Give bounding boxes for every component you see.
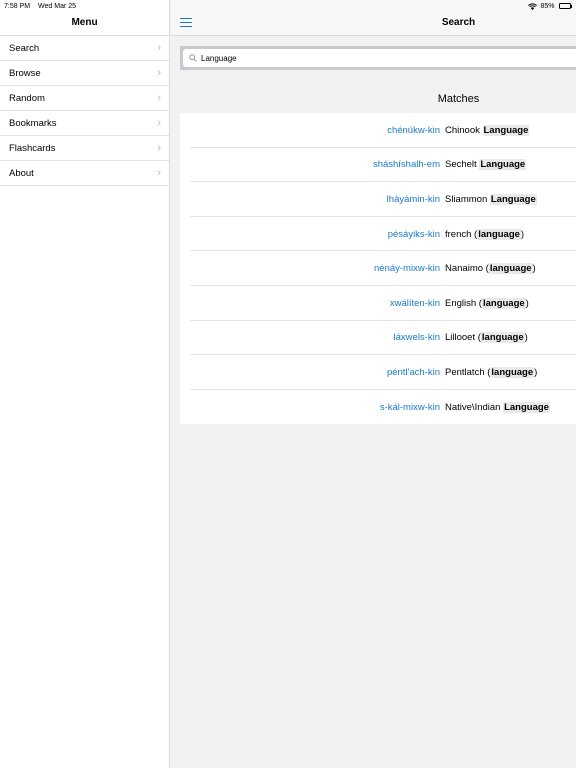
translation-text: Pentlatch ( bbox=[445, 366, 491, 378]
chevron-right-icon: › bbox=[157, 117, 161, 129]
result-row-content: nénáy-mixw-kin Nanaimo (language) bbox=[374, 263, 536, 275]
chevron-right-icon: › bbox=[157, 167, 161, 179]
battery-icon bbox=[558, 3, 572, 9]
sidebar-item-label: Search bbox=[9, 42, 40, 54]
results-list: chénúkw-kin Chinook Language sháshíshalh-e… bbox=[180, 113, 576, 425]
translation-text: Sliammon bbox=[445, 193, 490, 205]
native-word: nénáy-mixw-kin bbox=[374, 263, 440, 275]
result-row-content: s-kál-mixw-kin Native\Indian Language bbox=[379, 401, 550, 413]
sidebar: Menu Search › Browse › Random › Bookmark… bbox=[0, 0, 170, 768]
result-row[interactable]: chénúkw-kin Chinook Language bbox=[180, 113, 576, 148]
result-row-content: péntl'ach-kin Pentlatch (language) bbox=[386, 366, 538, 378]
highlighted-match: language bbox=[481, 297, 526, 309]
result-row-content: láxwels-kin Lillooet (language) bbox=[393, 332, 528, 344]
native-word: sháshíshalh-em bbox=[372, 159, 440, 171]
native-word: pésáyiks-kin bbox=[387, 228, 440, 240]
sidebar-item-label: About bbox=[9, 167, 34, 179]
search-icon bbox=[189, 49, 197, 67]
result-row[interactable]: péntl'ach-kin Pentlatch (language) bbox=[180, 355, 576, 390]
translation-text: Nanaimo ( bbox=[445, 263, 489, 275]
sidebar-item-label: Flashcards bbox=[9, 142, 56, 154]
sidebar-item-flashcards[interactable]: Flashcards › bbox=[0, 136, 169, 161]
wifi-icon bbox=[528, 2, 538, 10]
page-title: Search bbox=[441, 17, 476, 28]
result-row-content: xwálíten-kin English (language) bbox=[389, 297, 529, 309]
result-row[interactable]: láxwels-kin Lillooet (language) bbox=[180, 321, 576, 356]
status-right: 85% bbox=[528, 3, 572, 10]
translation-text: Lillooet ( bbox=[445, 332, 481, 344]
sidebar-item-bookmarks[interactable]: Bookmarks › bbox=[0, 111, 169, 136]
english-translation: English (language) bbox=[445, 297, 529, 309]
native-word: lhàyámin-kin bbox=[386, 193, 440, 205]
status-time: 7:58 PM bbox=[4, 2, 31, 10]
sidebar-item-label: Random bbox=[9, 92, 45, 104]
translation-text: ) bbox=[534, 366, 538, 378]
highlighted-match: Language bbox=[503, 401, 550, 413]
highlighted-match: Language bbox=[479, 159, 527, 171]
translation-text: Chinook bbox=[445, 124, 483, 136]
translation-text: Native\Indian bbox=[445, 401, 504, 413]
native-word: xwálíten-kin bbox=[389, 297, 440, 309]
result-row-content: pésáyiks-kin french (language) bbox=[387, 228, 525, 240]
chevron-right-icon: › bbox=[157, 42, 161, 54]
status-bar: 7:58 PM Wed Mar 25 85% bbox=[0, 0, 576, 12]
highlighted-match: Language bbox=[482, 124, 530, 136]
battery-percent: 85% bbox=[540, 2, 555, 10]
chevron-right-icon: › bbox=[157, 67, 161, 79]
translation-text: English ( bbox=[445, 297, 482, 309]
result-row-content: chénúkw-kin Chinook Language bbox=[387, 124, 530, 136]
highlighted-match: language bbox=[477, 228, 521, 240]
translation-text: french ( bbox=[445, 228, 478, 240]
translation-text: ) bbox=[524, 332, 528, 344]
search-bar bbox=[180, 46, 576, 70]
native-word: láxwels-kin bbox=[393, 332, 440, 344]
status-date: Wed Mar 25 bbox=[38, 2, 77, 10]
result-row[interactable]: nénáy-mixw-kin Nanaimo (language) bbox=[180, 251, 576, 286]
translation-text: Sechelt bbox=[445, 159, 480, 171]
sidebar-title: Menu bbox=[71, 17, 98, 28]
english-translation: Sliammon Language bbox=[445, 193, 537, 205]
sidebar-item-search[interactable]: Search › bbox=[0, 36, 169, 61]
result-row[interactable]: sháshíshalh-em Sechelt Language bbox=[180, 148, 576, 183]
english-translation: Sechelt Language bbox=[445, 159, 527, 171]
sidebar-item-browse[interactable]: Browse › bbox=[0, 61, 169, 86]
highlighted-match: Language bbox=[489, 193, 537, 205]
main-panel: Search Matches chénúkw-kin Chinook Langua… bbox=[171, 0, 576, 768]
english-translation: Nanaimo (language) bbox=[445, 263, 536, 275]
result-row[interactable]: s-kál-mixw-kin Native\Indian Language bbox=[180, 390, 576, 425]
english-translation: french (language) bbox=[445, 228, 525, 240]
english-translation: Lillooet (language) bbox=[445, 332, 528, 344]
result-row[interactable]: xwálíten-kin English (language) bbox=[180, 286, 576, 321]
status-left: 7:58 PM Wed Mar 25 bbox=[4, 3, 82, 10]
highlighted-match: language bbox=[488, 263, 533, 275]
translation-text: ) bbox=[532, 263, 536, 275]
highlighted-match: language bbox=[490, 366, 535, 378]
english-translation: Pentlatch (language) bbox=[445, 366, 538, 378]
search-input[interactable] bbox=[201, 53, 501, 63]
native-word: chénúkw-kin bbox=[387, 124, 440, 136]
native-word: s-kál-mixw-kin bbox=[379, 401, 440, 413]
chevron-right-icon: › bbox=[157, 142, 161, 154]
sidebar-item-random[interactable]: Random › bbox=[0, 86, 169, 111]
result-row-content: sháshíshalh-em Sechelt Language bbox=[372, 159, 527, 171]
chevron-right-icon: › bbox=[157, 92, 161, 104]
result-row-content: lhàyámin-kin Sliammon Language bbox=[386, 193, 537, 205]
sidebar-item-about[interactable]: About › bbox=[0, 161, 169, 186]
sidebar-item-label: Bookmarks bbox=[9, 117, 57, 129]
sidebar-item-label: Browse bbox=[9, 67, 41, 79]
highlighted-match: language bbox=[480, 332, 525, 344]
english-translation: Chinook Language bbox=[445, 124, 530, 136]
translation-text: ) bbox=[525, 297, 529, 309]
result-row[interactable]: pésáyiks-kin french (language) bbox=[180, 217, 576, 252]
translation-text: ) bbox=[520, 228, 525, 240]
hamburger-menu-icon[interactable] bbox=[180, 18, 192, 27]
native-word: péntl'ach-kin bbox=[386, 366, 440, 378]
search-field[interactable] bbox=[183, 49, 576, 67]
matches-heading: Matches bbox=[437, 93, 480, 105]
english-translation: Native\Indian Language bbox=[445, 401, 550, 413]
result-row[interactable]: lhàyámin-kin Sliammon Language bbox=[180, 182, 576, 217]
